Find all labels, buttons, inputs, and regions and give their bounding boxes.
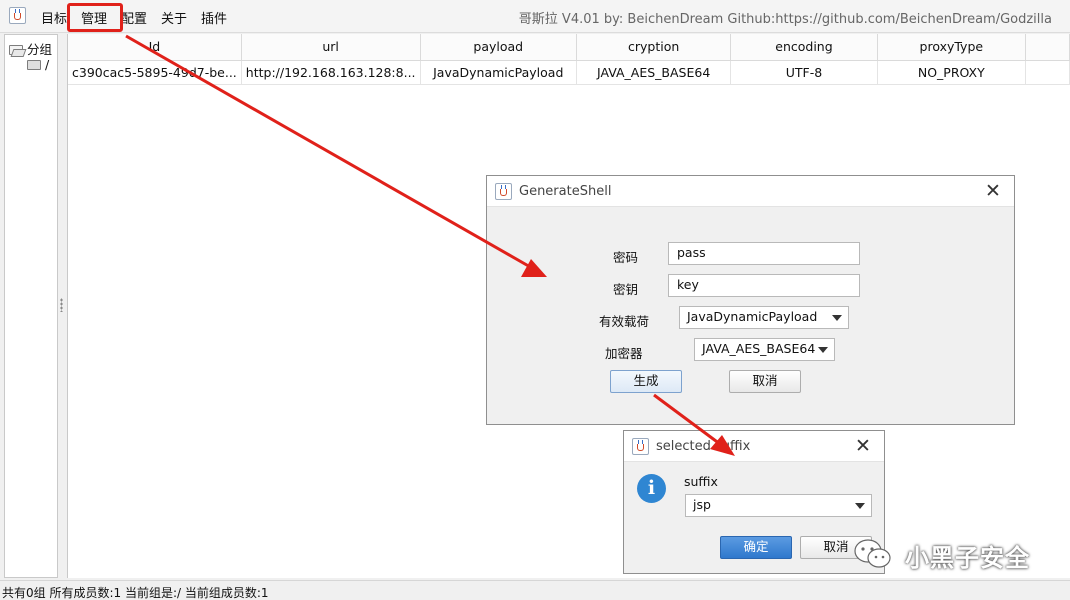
dialog-title: GenerateShell [519, 184, 612, 199]
dialog-titlebar: selected suffix ✕ [624, 431, 884, 462]
shell-table: Id url payload cryption encoding proxyTy… [68, 34, 1070, 85]
annotation-highlight-box [67, 3, 123, 32]
wechat-logo-icon [854, 539, 891, 568]
close-icon[interactable]: ✕ [852, 435, 874, 457]
cell-cryption[interactable]: JAVA_AES_BASE64 [576, 60, 732, 85]
tree-node-root[interactable]: 分组 [9, 39, 52, 58]
suffix-select-value: jsp [693, 497, 711, 512]
cryption-select-value: JAVA_AES_BASE64 [702, 341, 816, 356]
table-row[interactable]: c390cac5-5895-49d7-be... http://192.168.… [68, 60, 1070, 85]
password-field[interactable]: pass [668, 242, 860, 265]
cell-url[interactable]: http://192.168.163.128:8... [241, 60, 421, 85]
column-header-proxytype[interactable]: proxyType [877, 34, 1027, 61]
tree-child-label: / [45, 57, 50, 72]
column-header-payload[interactable]: payload [420, 34, 578, 61]
chevron-down-icon [832, 315, 842, 321]
chevron-down-icon [818, 347, 828, 353]
menu-about[interactable]: 关于 [161, 8, 187, 27]
cryption-select[interactable]: JAVA_AES_BASE64 [694, 338, 835, 361]
payload-select[interactable]: JavaDynamicPayload [679, 306, 849, 329]
group-tree: 分组 / [4, 34, 58, 578]
column-header-url[interactable]: url [241, 34, 421, 61]
dialog-titlebar: GenerateShell ✕ [487, 176, 1014, 207]
cryption-label: 加密器 [605, 346, 643, 361]
cell-payload[interactable]: JavaDynamicPayload [420, 60, 578, 85]
payload-select-value: JavaDynamicPayload [687, 309, 818, 324]
column-header-encoding[interactable]: encoding [730, 34, 878, 61]
key-field[interactable]: key [668, 274, 860, 297]
folder-open-icon [9, 45, 23, 55]
generate-button[interactable]: 生成 [610, 370, 682, 393]
folder-icon [27, 60, 41, 70]
cell-proxytype[interactable]: NO_PROXY [877, 60, 1027, 85]
selected-suffix-dialog: selected suffix ✕ i suffix jsp 确定 取消 [623, 430, 885, 574]
generate-shell-dialog: GenerateShell ✕ 密码 pass 密钥 key 有效载荷 Java… [486, 175, 1015, 425]
status-bar: 共有0组 所有成员数:1 当前组是:/ 当前组成员数:1 [0, 580, 1070, 600]
tree-root-label: 分组 [27, 42, 53, 57]
password-label: 密码 [613, 250, 639, 265]
cell-filler [1025, 60, 1070, 85]
cell-encoding[interactable]: UTF-8 [730, 60, 878, 85]
java-app-icon [9, 7, 26, 24]
tree-node-child[interactable]: / [27, 57, 49, 72]
watermark: 小黑子安全 [853, 535, 1053, 575]
menu-plugins[interactable]: 插件 [201, 8, 227, 27]
splitter-handle[interactable] [60, 298, 63, 312]
suffix-select[interactable]: jsp [685, 494, 872, 517]
confirm-button[interactable]: 确定 [720, 536, 792, 559]
suffix-label: suffix [684, 474, 718, 489]
close-icon[interactable]: ✕ [982, 180, 1004, 202]
menu-target[interactable]: 目标 [41, 8, 67, 27]
column-header-id[interactable]: Id [68, 34, 242, 61]
cancel-button[interactable]: 取消 [729, 370, 801, 393]
watermark-text: 小黑子安全 [905, 544, 1030, 572]
info-icon: i [637, 474, 666, 503]
table-header-row: Id url payload cryption encoding proxyTy… [68, 34, 1070, 61]
java-app-icon [495, 183, 512, 200]
chevron-down-icon [855, 503, 865, 509]
column-header-cryption[interactable]: cryption [576, 34, 732, 61]
dialog-title: selected suffix [656, 439, 751, 454]
key-label: 密钥 [613, 282, 639, 297]
app-version-info: 哥斯拉 V4.01 by: BeichenDream Github:https:… [518, 12, 1052, 27]
payload-label: 有效载荷 [599, 314, 650, 329]
java-app-icon [632, 438, 649, 455]
cell-id[interactable]: c390cac5-5895-49d7-be... [68, 60, 242, 85]
column-header-filler [1025, 34, 1070, 61]
menu-bar: 目标 管理 配置 关于 插件 哥斯拉 V4.01 by: BeichenDrea… [0, 0, 1070, 33]
menu-config[interactable]: 配置 [121, 8, 147, 27]
